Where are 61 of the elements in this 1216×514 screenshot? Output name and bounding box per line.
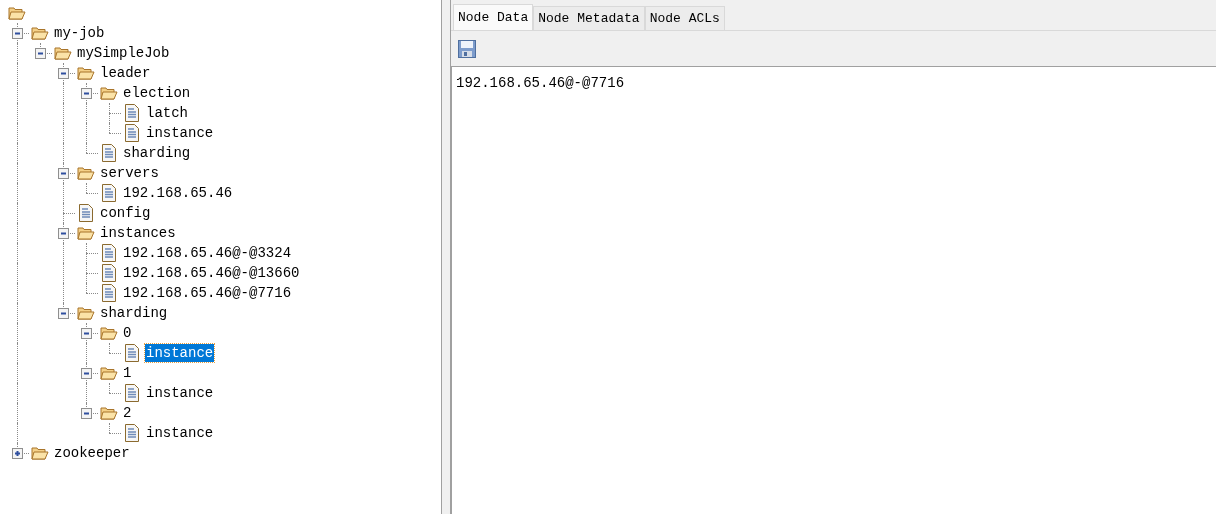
- tree-node[interactable]: instance: [145, 384, 215, 402]
- tree-node[interactable]: 192.168.65.46@-@7716: [122, 284, 293, 302]
- tree-node[interactable]: 192.168.65.46@-@13660: [122, 264, 301, 282]
- collapse-icon[interactable]: [58, 168, 69, 179]
- document-icon: [102, 244, 116, 262]
- tab[interactable]: Node ACLs: [644, 6, 725, 30]
- folder-icon: [100, 86, 118, 100]
- folder-icon: [8, 6, 26, 20]
- tree-node[interactable]: mySimpleJob: [76, 44, 171, 62]
- collapse-icon[interactable]: [81, 368, 92, 379]
- tree-node[interactable]: 2: [122, 404, 133, 422]
- folder-icon: [77, 166, 95, 180]
- tree-node[interactable]: instance: [145, 124, 215, 142]
- tab[interactable]: Node Metadata: [533, 6, 645, 30]
- folder-icon: [77, 226, 95, 240]
- folder-icon: [100, 406, 118, 420]
- save-icon[interactable]: [458, 39, 476, 58]
- collapse-icon[interactable]: [81, 88, 92, 99]
- tree-node[interactable]: election: [122, 84, 192, 102]
- tree-node[interactable]: zookeeper: [53, 444, 131, 462]
- folder-icon: [77, 66, 95, 80]
- tree-node[interactable]: instances: [99, 224, 177, 242]
- document-icon: [79, 204, 93, 222]
- expand-icon[interactable]: [12, 448, 23, 459]
- document-icon: [102, 144, 116, 162]
- document-icon: [125, 344, 139, 362]
- document-icon: [125, 384, 139, 402]
- tree-node[interactable]: 0: [122, 324, 133, 342]
- tree-node[interactable]: instance: [145, 344, 215, 362]
- collapse-icon[interactable]: [12, 28, 23, 39]
- collapse-icon[interactable]: [35, 48, 46, 59]
- tree-node[interactable]: 192.168.65.46: [122, 184, 234, 202]
- collapse-icon[interactable]: [81, 408, 92, 419]
- folder-icon: [77, 306, 95, 320]
- tree-node[interactable]: my-job: [53, 24, 106, 42]
- document-icon: [102, 264, 116, 282]
- document-icon: [125, 124, 139, 142]
- folder-icon: [54, 46, 72, 60]
- tree-node[interactable]: latch: [145, 104, 189, 122]
- folder-icon: [31, 26, 49, 40]
- folder-icon: [31, 446, 49, 460]
- node-data-text[interactable]: 192.168.65.46@-@7716: [451, 66, 1216, 514]
- tree-node[interactable]: servers: [99, 164, 160, 182]
- collapse-icon[interactable]: [81, 328, 92, 339]
- folder-icon: [100, 366, 118, 380]
- tree-node[interactable]: 192.168.65.46@-@3324: [122, 244, 293, 262]
- document-icon: [125, 104, 139, 122]
- tree-node[interactable]: sharding: [122, 144, 192, 162]
- tree-node[interactable]: sharding: [99, 304, 169, 322]
- collapse-icon[interactable]: [58, 68, 69, 79]
- folder-icon: [100, 326, 118, 340]
- collapse-icon[interactable]: [58, 308, 69, 319]
- tree-node[interactable]: 1: [122, 364, 133, 382]
- document-icon: [102, 184, 116, 202]
- document-icon: [125, 424, 139, 442]
- document-icon: [102, 284, 116, 302]
- tab[interactable]: Node Data: [453, 4, 534, 30]
- tree-node[interactable]: config: [99, 204, 152, 222]
- collapse-icon[interactable]: [58, 228, 69, 239]
- tree-node[interactable]: leader: [99, 64, 152, 82]
- tree-node[interactable]: instance: [145, 424, 215, 442]
